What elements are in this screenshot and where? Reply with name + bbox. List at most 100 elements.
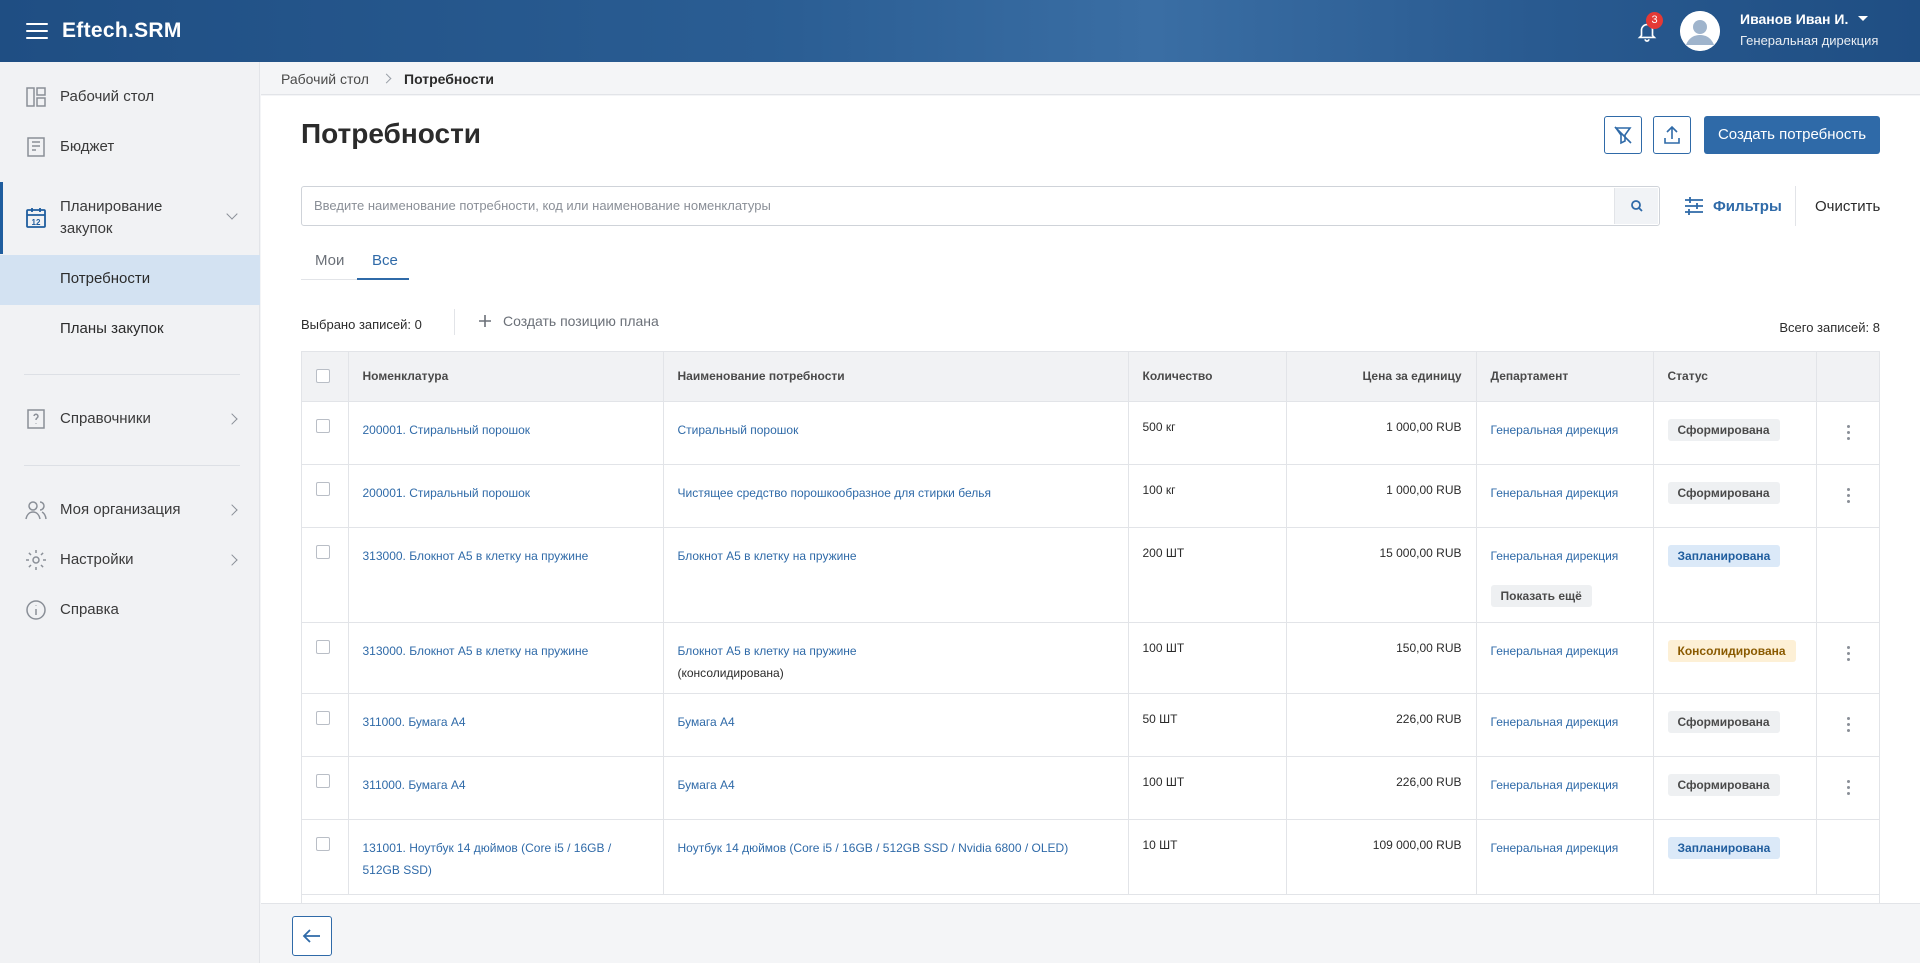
table-row[interactable]: 131001. Ноутбук 14 дюймов (Core i5 / 16G… <box>302 819 1879 895</box>
sidebar-subitem-procurement-plans[interactable]: Планы закупок <box>0 305 260 355</box>
column-header-status[interactable]: Статус <box>1653 352 1817 402</box>
sidebar-item-budget[interactable]: Бюджет <box>0 132 260 162</box>
column-header-need-name[interactable]: Наименование потребности <box>663 352 1129 402</box>
tab-all[interactable]: Все <box>372 252 398 269</box>
chevron-right-icon <box>226 504 238 516</box>
department-link[interactable]: Генеральная дирекция <box>1491 841 1619 855</box>
cell-need-name: Бумага А4 <box>663 693 1129 757</box>
users-icon <box>25 501 47 520</box>
cell-quantity: 100 кг <box>1128 464 1287 528</box>
cell-nomenclature: 200001. Стиральный порошок <box>348 401 664 465</box>
nomenclature-link[interactable]: 311000. Бумага А4 <box>363 715 466 729</box>
tab-my[interactable]: Мои <box>315 252 344 269</box>
app-brand[interactable]: Eftech.SRM <box>62 19 182 43</box>
cell-actions <box>1816 527 1879 623</box>
cell-quantity: 10 ШТ <box>1128 819 1287 895</box>
clear-filters-button[interactable] <box>1604 116 1642 154</box>
sidebar: Рабочий стол Бюджет 12 Планирование заку… <box>0 62 260 963</box>
sidebar-item-procurement-planning[interactable]: 12 Планирование закупок <box>0 182 260 254</box>
clear-button[interactable]: Очистить <box>1815 198 1880 215</box>
need-name-link[interactable]: Стиральный порошок <box>678 423 799 437</box>
nomenclature-link[interactable]: 200001. Стиральный порошок <box>363 423 531 437</box>
plus-icon[interactable] <box>478 314 492 328</box>
filters-label: Фильтры <box>1713 198 1782 215</box>
more-vertical-icon[interactable] <box>1846 716 1851 732</box>
cell-unit-price: 1 000,00 RUB <box>1286 401 1477 465</box>
department-link[interactable]: Генеральная дирекция <box>1491 778 1619 792</box>
create-plan-position-button[interactable]: Создать позицию плана <box>503 313 659 329</box>
notification-badge: 3 <box>1646 12 1663 29</box>
table-row[interactable]: 311000. Бумага А4 Бумага А4 50 ШТ 226,00 RU… <box>302 693 1879 757</box>
avatar[interactable] <box>1680 11 1720 51</box>
sidebar-item-my-organization[interactable]: Моя организация <box>0 495 260 525</box>
column-header-department[interactable]: Департамент <box>1476 352 1654 402</box>
show-more-button[interactable]: Показать ещё <box>1490 584 1592 607</box>
info-icon <box>26 600 46 620</box>
page-title: Потребности <box>301 118 481 149</box>
sidebar-item-references[interactable]: Справочники <box>0 404 260 434</box>
needs-table: Номенклатура Наименование потребности Ко… <box>301 351 1880 903</box>
row-checkbox[interactable] <box>316 773 330 788</box>
search-input[interactable]: Введите наименование потребности, код ил… <box>301 186 1660 226</box>
sidebar-item-help[interactable]: Справка <box>0 595 260 625</box>
table-row[interactable]: 311000. Бумага А4 Бумага А4 100 ШТ 226,00 R… <box>302 756 1879 820</box>
table-row[interactable]: 200001. Стиральный порошок Стиральный пор… <box>302 401 1879 465</box>
nomenclature-link[interactable]: 313000. Блокнот А5 в клетку на пружине <box>363 549 589 563</box>
breadcrumb-root[interactable]: Рабочий стол <box>281 71 369 87</box>
department-link[interactable]: Генеральная дирекция <box>1491 423 1619 437</box>
more-vertical-icon[interactable] <box>1846 487 1851 503</box>
nomenclature-link[interactable]: 131001. Ноутбук 14 дюймов (Core i5 / 16G… <box>363 841 612 877</box>
row-checkbox[interactable] <box>316 418 330 433</box>
cell-unit-price: 109 000,00 RUB <box>1286 819 1477 895</box>
table-row[interactable]: 200001. Стиральный порошок Чистящее средс… <box>302 464 1879 528</box>
nomenclature-link[interactable]: 200001. Стиральный порошок <box>363 486 531 500</box>
nomenclature-link[interactable]: 313000. Блокнот А5 в клетку на пружине <box>363 644 589 658</box>
sidebar-subitem-needs[interactable]: Потребности <box>0 255 260 305</box>
table-row[interactable]: 313000. Блокнот А5 в клетку на пружине Бл… <box>302 527 1879 623</box>
more-vertical-icon[interactable] <box>1846 779 1851 795</box>
user-name[interactable]: Иванов Иван И. <box>1740 11 1848 27</box>
row-select-cell <box>302 622 349 694</box>
cell-unit-price: 226,00 RUB <box>1286 693 1477 757</box>
column-header-unit-price[interactable]: Цена за единицу <box>1286 352 1477 402</box>
department-link[interactable]: Генеральная дирекция <box>1491 644 1619 658</box>
need-name-link[interactable]: Чистящее средство порошкообразное для ст… <box>678 486 991 500</box>
row-checkbox[interactable] <box>316 544 330 559</box>
department-link[interactable]: Генеральная дирекция <box>1491 549 1619 563</box>
create-need-button[interactable]: Создать потребность <box>1704 116 1880 154</box>
sidebar-item-dashboard[interactable]: Рабочий стол <box>0 82 260 112</box>
cell-nomenclature: 131001. Ноутбук 14 дюймов (Core i5 / 16G… <box>348 819 664 895</box>
department-link[interactable]: Генеральная дирекция <box>1491 486 1619 500</box>
export-button[interactable] <box>1653 116 1691 154</box>
need-name-link[interactable]: Ноутбук 14 дюймов (Core i5 / 16GB / 512G… <box>678 841 1069 855</box>
column-header-quantity[interactable]: Количество <box>1128 352 1287 402</box>
need-name-link[interactable]: Бумага А4 <box>678 778 735 792</box>
more-vertical-icon[interactable] <box>1846 424 1851 440</box>
need-name-link[interactable]: Блокнот А5 в клетку на пружине <box>678 644 857 658</box>
menu-icon[interactable] <box>26 23 48 39</box>
user-department: Генеральная дирекция <box>1740 33 1879 48</box>
back-button[interactable] <box>292 916 332 956</box>
row-checkbox[interactable] <box>316 836 330 851</box>
cell-nomenclature: 313000. Блокнот А5 в клетку на пружине <box>348 622 664 694</box>
sidebar-item-settings[interactable]: Настройки <box>0 545 260 575</box>
column-header-nomenclature[interactable]: Номенклатура <box>348 352 664 402</box>
table-row[interactable]: 313000. Блокнот А5 в клетку на пружине Бл… <box>302 622 1879 694</box>
select-all-checkbox[interactable] <box>316 368 330 383</box>
search-button[interactable] <box>1614 188 1658 224</box>
row-checkbox[interactable] <box>316 710 330 725</box>
need-name-link[interactable]: Блокнот А5 в клетку на пружине <box>678 549 857 563</box>
nomenclature-link[interactable]: 311000. Бумага А4 <box>363 778 466 792</box>
row-checkbox[interactable] <box>316 481 330 496</box>
user-menu-caret-icon[interactable] <box>1858 16 1868 21</box>
cell-actions <box>1816 622 1879 694</box>
more-vertical-icon[interactable] <box>1846 645 1851 661</box>
department-link[interactable]: Генеральная дирекция <box>1491 715 1619 729</box>
row-checkbox[interactable] <box>316 639 330 654</box>
need-name-link[interactable]: Бумага А4 <box>678 715 735 729</box>
cell-actions <box>1816 401 1879 465</box>
cell-nomenclature: 313000. Блокнот А5 в клетку на пружине <box>348 527 664 623</box>
filters-button[interactable]: Фильтры <box>1683 195 1782 219</box>
cell-status: Сформирована <box>1653 693 1817 757</box>
arrow-left-icon <box>302 929 320 943</box>
